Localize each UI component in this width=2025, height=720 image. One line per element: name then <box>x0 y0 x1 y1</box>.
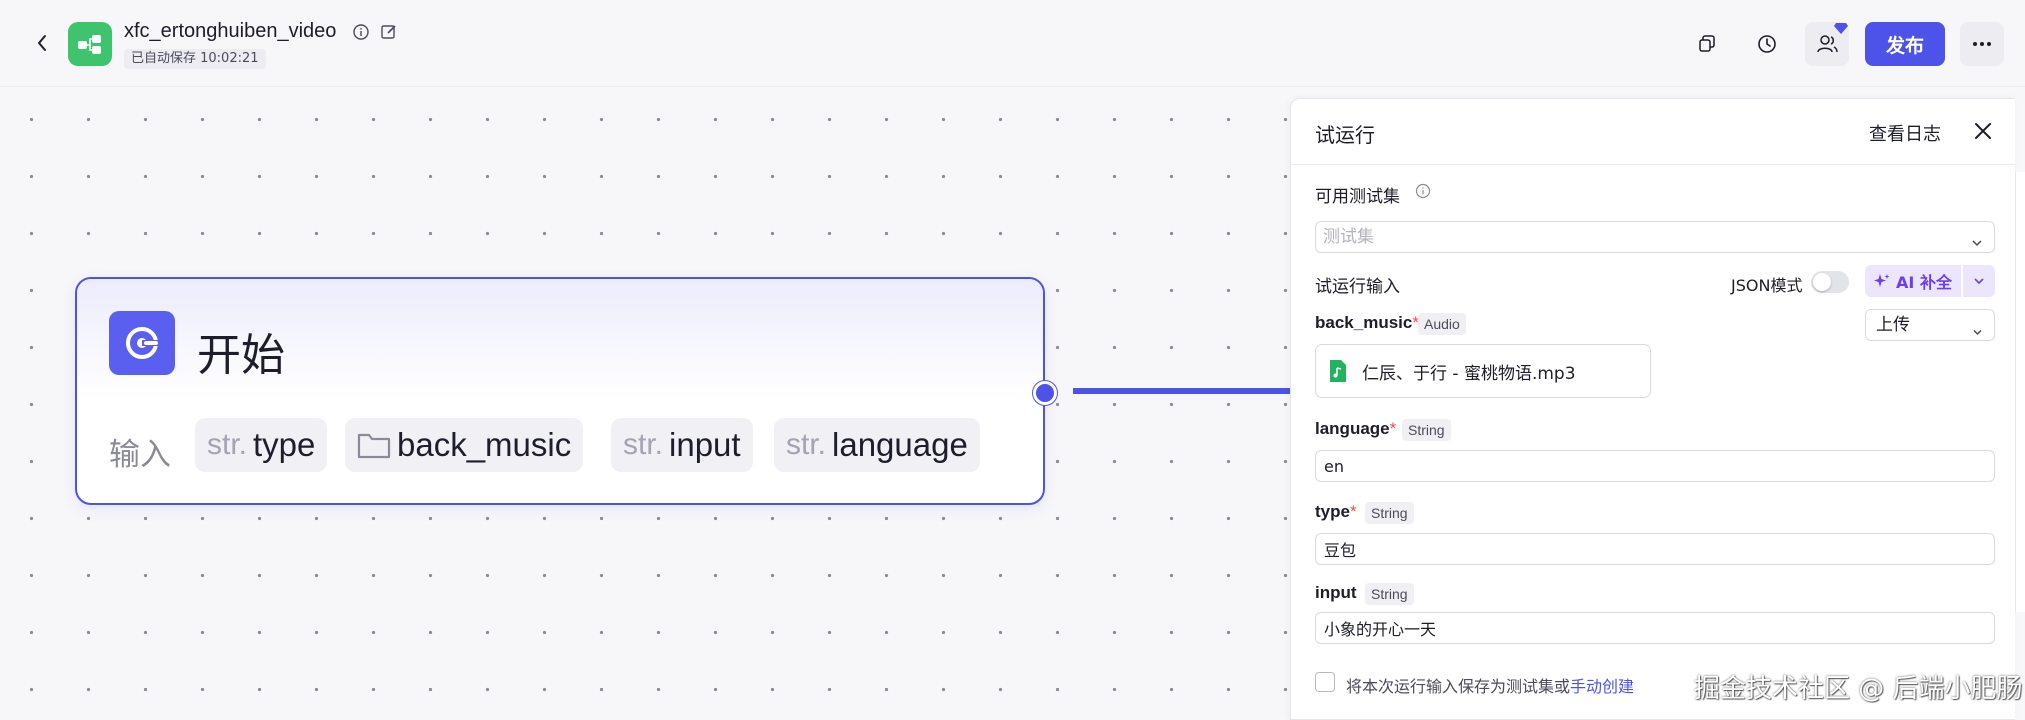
autosave-status: 已自动保存 10:02:21 <box>124 49 266 69</box>
workflow-app-icon <box>68 22 112 66</box>
param-chip-back-music: back_music <box>345 418 584 472</box>
field-label-input: input <box>1315 583 1357 602</box>
field-label-language: language* <box>1315 419 1397 438</box>
panel-edge <box>2015 172 2025 612</box>
chevron-left-icon <box>38 35 46 51</box>
back-button[interactable] <box>30 30 54 56</box>
premium-badge-icon <box>1834 19 1848 34</box>
field-label-type: type* <box>1315 502 1357 521</box>
type-tag: String <box>1365 502 1414 524</box>
node-title: 开始 <box>197 330 285 381</box>
ai-fill-dropdown[interactable] <box>1963 265 1995 297</box>
upload-mode-select[interactable]: 上传 <box>1865 309 1995 341</box>
copy-icon <box>1699 35 1715 52</box>
input-text-input[interactable] <box>1315 612 1995 644</box>
folder-icon <box>357 431 391 459</box>
manual-create-link[interactable]: 手动创建 <box>1570 677 1634 696</box>
audio-file-icon <box>1328 359 1348 383</box>
node-output-port[interactable] <box>1033 381 1057 405</box>
chevron-down-icon <box>1970 230 1984 247</box>
test-run-panel: 试运行 查看日志 可用测试集 测试集 试运行输入 JSON模式 AI 补全 ba… <box>1290 98 2015 720</box>
view-log-link[interactable]: 查看日志 <box>1869 120 1941 146</box>
close-icon <box>1975 123 1991 139</box>
users-icon <box>1817 35 1838 53</box>
type-tag: String <box>1365 583 1414 605</box>
info-icon[interactable] <box>352 23 370 41</box>
file-name: 仁辰、于行 - 蜜桃物语.mp3 <box>1362 363 1576 384</box>
param-chip-language: str. language <box>774 418 980 472</box>
param-chip-input: str. input <box>611 418 753 472</box>
workflow-title: xfc_ertonghuiben_video <box>124 20 337 42</box>
copy-button[interactable] <box>1690 27 1724 61</box>
ai-fill-button[interactable]: AI 补全 <box>1865 265 1961 297</box>
history-button[interactable] <box>1750 27 1784 61</box>
more-button[interactable] <box>1960 22 2004 66</box>
node-input-label: 输入 <box>109 437 171 473</box>
top-bar: xfc_ertonghuiben_video 已自动保存 10:02:21 发布 <box>0 0 2025 87</box>
uploaded-file-card[interactable]: 仁辰、于行 - 蜜桃物语.mp3 <box>1315 344 1651 398</box>
type-input[interactable] <box>1315 533 1995 565</box>
field-label-back-music: back_music* <box>1315 313 1419 332</box>
save-as-testset-checkbox[interactable] <box>1315 672 1335 692</box>
panel-title: 试运行 <box>1315 123 1375 147</box>
type-tag: Audio <box>1418 313 1466 335</box>
language-input[interactable] <box>1315 450 1995 482</box>
connection-edge[interactable] <box>1073 388 1293 394</box>
param-chip-type: str. type <box>195 418 328 472</box>
testset-label: 可用测试集 <box>1315 187 1400 207</box>
type-tag: String <box>1402 419 1451 441</box>
publish-button[interactable]: 发布 <box>1865 22 1945 66</box>
json-mode-label: JSON模式 <box>1731 276 1803 295</box>
more-horizontal-icon <box>1973 42 1991 46</box>
run-input-label: 试运行输入 <box>1315 277 1400 297</box>
history-icon <box>1758 35 1776 53</box>
close-panel-button[interactable] <box>1971 119 1995 143</box>
save-as-testset-text: 将本次运行输入保存为测试集或手动创建 <box>1346 677 1635 696</box>
watermark-text: 掘金技术社区 @ 后端小肥肠 <box>1694 674 2023 704</box>
chevron-down-icon <box>1971 319 1984 336</box>
edit-icon[interactable] <box>380 23 398 41</box>
json-mode-toggle[interactable] <box>1811 271 1849 293</box>
start-node[interactable]: 开始 输入 str. type back_music str. input str.… <box>75 277 1045 505</box>
testset-select[interactable]: 测试集 <box>1315 221 1995 253</box>
info-icon[interactable] <box>1415 183 1431 199</box>
chevron-down-icon <box>1974 278 1984 285</box>
sparkle-icon <box>1874 274 1890 287</box>
start-node-icon <box>109 311 175 375</box>
